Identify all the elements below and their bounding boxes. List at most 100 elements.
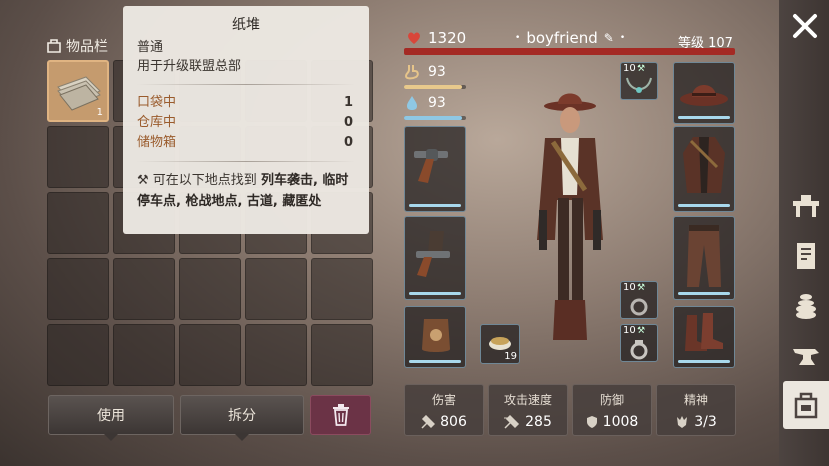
stat-value: 1008 [602, 414, 639, 430]
upgrade-icon: ⚒ [637, 326, 646, 336]
stat-spirit: 精神 3/3 [656, 384, 736, 436]
food-bar-track [404, 85, 466, 89]
close-icon[interactable] [789, 10, 821, 42]
tooltip-locations: ⚒ 可在以下地点找到 列车袭击, 临时停车点, 枪战地点, 古道, 藏匿处 [137, 170, 355, 212]
tooltip-locations-prefix: 可在以下地点找到 [152, 173, 257, 188]
body-slot[interactable] [673, 126, 735, 212]
tooltip-row-storage-box: 储物箱 0 [137, 133, 355, 153]
stat-label: 伤害 [431, 393, 456, 407]
water-bar-track [404, 116, 466, 120]
item-tooltip: 纸堆 普通 用于升级联盟总部 口袋中 1 仓库中 0 储物箱 0 ⚒ 可在以下地… [123, 6, 369, 234]
tab-workbench[interactable] [783, 183, 829, 229]
revolver-icon [414, 149, 448, 183]
inventory-slot[interactable] [311, 258, 373, 320]
inventory-slot[interactable] [245, 324, 307, 386]
head-slot[interactable] [673, 62, 735, 124]
inventory-slot[interactable] [47, 126, 109, 188]
legs-slot[interactable] [673, 216, 735, 300]
spirit-icon [677, 416, 688, 428]
backpack-icon [47, 39, 61, 53]
stat-label: 攻击速度 [503, 393, 552, 407]
bullets-icon [489, 337, 511, 350]
ring-icon [630, 298, 648, 316]
water-value: 93 [428, 95, 446, 111]
trash-icon [332, 404, 349, 426]
inventory-slot[interactable] [113, 258, 175, 320]
stat-attack-speed: 攻击速度 285 [488, 384, 568, 436]
defense-icon [586, 416, 597, 428]
scroll-icon [797, 243, 815, 269]
speed-icon [504, 415, 520, 429]
durability-bar [409, 360, 461, 363]
inventory-title: 物品栏 [66, 39, 108, 55]
split-button-label: 拆分 [228, 408, 256, 424]
pencil-icon[interactable]: ✎ [604, 31, 614, 45]
accessory-slot-ring-2[interactable]: 10 ⚒ [620, 324, 658, 362]
tooltip-row-label: 储物箱 [137, 135, 177, 150]
durability-bar [678, 204, 730, 207]
tooltip-row-value: 0 [343, 135, 353, 150]
inventory-slot-paper-pile[interactable]: 1 [47, 60, 109, 122]
inventory-slot[interactable] [47, 258, 109, 320]
stat-value: 285 [525, 414, 552, 430]
stat-label: 精神 [683, 393, 708, 407]
ammo-count: 19 [504, 351, 517, 362]
tooltip-row-label: 仓库中 [137, 115, 177, 130]
accessory-slot-necklace[interactable]: 10 ⚒ [620, 62, 658, 100]
player-name-field[interactable]: • boyfriend ✎ • [515, 29, 625, 47]
necklace-icon [626, 77, 652, 93]
heart-icon [408, 32, 420, 44]
inventory-slot[interactable] [113, 324, 175, 386]
upgrade-icon: ⚒ [637, 283, 646, 293]
feet-slot[interactable] [673, 306, 735, 368]
durability-bar [409, 204, 461, 207]
weapon-slot-secondary[interactable] [404, 216, 466, 300]
accessory-level: 10 [623, 282, 636, 293]
use-button[interactable]: 使用 [48, 395, 174, 441]
tooltip-row-pocket: 口袋中 1 [137, 93, 355, 113]
tab-resources[interactable] [783, 283, 829, 329]
tooltip-title: 纸堆 [232, 17, 260, 33]
signet-ring-icon [630, 340, 648, 360]
water-stat: 93 [404, 95, 446, 111]
damage-icon [421, 415, 436, 429]
holster-revolver-icon [416, 231, 450, 277]
tooltip-divider [137, 84, 355, 85]
ammo-slot[interactable]: 19 [480, 324, 520, 364]
food-bar [404, 85, 462, 89]
stat-value: 806 [440, 414, 467, 430]
inventory-slot[interactable] [179, 258, 241, 320]
inventory-slot[interactable] [47, 324, 109, 386]
durability-bar [678, 360, 730, 363]
split-button[interactable]: 拆分 [180, 395, 304, 441]
accessory-slot-ring[interactable]: 10 ⚒ [620, 281, 658, 319]
dot-icon: • [515, 33, 521, 43]
slot-quantity: 1 [96, 107, 103, 118]
water-drop-icon [407, 96, 417, 110]
tab-inventory[interactable] [783, 381, 829, 429]
tooltip-divider [137, 161, 355, 162]
tooltip-row-value: 1 [343, 95, 353, 110]
use-button-label: 使用 [97, 408, 125, 424]
food-stat: 93 [404, 64, 446, 80]
inventory-slot[interactable] [179, 324, 241, 386]
pants-icon [687, 225, 721, 287]
character-figure[interactable] [525, 90, 615, 352]
inventory-slot[interactable] [311, 324, 373, 386]
stat-value: 3/3 [694, 414, 717, 430]
weapon-slot-primary[interactable] [404, 126, 466, 212]
inventory-slot[interactable] [245, 258, 307, 320]
workbench-icon [793, 195, 819, 217]
tooltip-row-label: 口袋中 [137, 95, 177, 110]
stat-damage: 伤害 806 [404, 384, 484, 436]
durability-bar [678, 116, 730, 119]
bag-slot[interactable] [404, 306, 466, 368]
water-bar [404, 116, 462, 120]
coat-icon [683, 137, 725, 193]
trash-button[interactable] [310, 395, 371, 435]
coins-icon [796, 294, 816, 319]
inventory-slot[interactable] [47, 192, 109, 254]
tab-anvil[interactable] [783, 333, 829, 379]
tab-recipes[interactable] [783, 233, 829, 279]
tooltip-row-value: 0 [343, 115, 353, 130]
